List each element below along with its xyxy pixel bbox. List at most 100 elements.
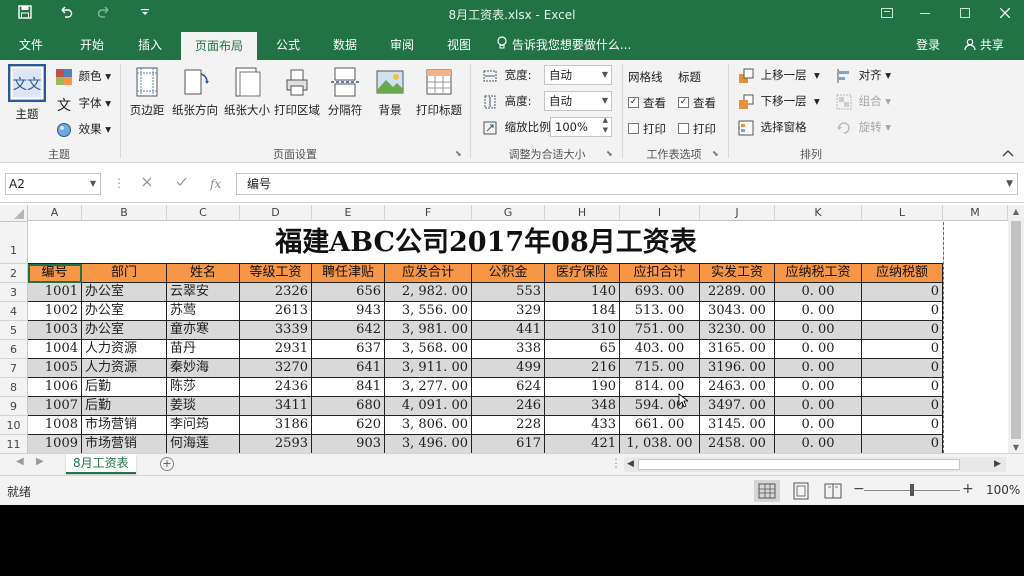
tab-data[interactable]: 数据 (321, 30, 369, 60)
vertical-scroll-thumb[interactable] (1011, 221, 1021, 439)
data-cell[interactable]: 3145. 00 (700, 416, 775, 435)
enter-icon[interactable] (176, 173, 187, 195)
data-cell[interactable]: 943 (312, 302, 385, 321)
tab-split-handle-icon[interactable]: ⋮ (610, 456, 622, 470)
data-cell[interactable]: 云翠安 (167, 283, 240, 302)
page-break-view-icon[interactable] (820, 480, 846, 502)
data-cell[interactable]: 市场营销 (82, 416, 167, 435)
name-box[interactable]: A2 ▼ (5, 173, 101, 195)
data-cell[interactable]: 0 (862, 321, 943, 340)
sheet-title[interactable]: 福建ABC公司2017年08月工资表 (28, 222, 944, 264)
data-cell[interactable]: 421 (545, 435, 620, 453)
gridlines-print-checkbox[interactable]: 打印 (628, 119, 666, 139)
row-header[interactable]: 8 (0, 378, 28, 397)
data-cell[interactable]: 513. 00 (620, 302, 700, 321)
row-header[interactable]: 6 (0, 340, 28, 359)
data-cell[interactable]: 0 (862, 302, 943, 321)
scroll-up-icon[interactable]: ▲ (1008, 205, 1024, 219)
tell-me-box[interactable]: 告诉我您想要做什么... (496, 30, 631, 60)
row-header[interactable]: 1 (0, 222, 28, 264)
data-cell[interactable]: 751. 00 (620, 321, 700, 340)
data-cell[interactable]: 2463. 00 (700, 378, 775, 397)
data-cell[interactable]: 0. 00 (775, 397, 862, 416)
data-cell[interactable]: 2458. 00 (700, 435, 775, 453)
data-cell[interactable]: 1001 (28, 283, 82, 302)
data-cell[interactable]: 1003 (28, 321, 82, 340)
data-cell[interactable]: 693. 00 (620, 283, 700, 302)
data-cell[interactable]: 姜琰 (167, 397, 240, 416)
group-button[interactable]: 组合 ▾ (836, 91, 891, 111)
column-header[interactable]: H (545, 205, 620, 221)
data-cell[interactable]: 637 (312, 340, 385, 359)
tab-home[interactable]: 开始 (68, 30, 116, 60)
data-cell[interactable]: 后勤 (82, 378, 167, 397)
data-cell[interactable]: 641 (312, 359, 385, 378)
data-cell[interactable]: 3, 981. 00 (385, 321, 472, 340)
background-button[interactable]: 背景 (370, 64, 410, 126)
data-cell[interactable]: 2436 (240, 378, 312, 397)
send-backward-button[interactable]: 下移一层 ▾ (738, 91, 820, 111)
page-setup-launcher-icon[interactable]: ⬊ (455, 149, 462, 158)
data-cell[interactable]: 1008 (28, 416, 82, 435)
scroll-left-icon[interactable]: ◀ (627, 457, 634, 472)
data-cell[interactable]: 0. 00 (775, 340, 862, 359)
data-cell[interactable]: 3186 (240, 416, 312, 435)
data-cell[interactable]: 人力资源 (82, 359, 167, 378)
data-cell[interactable]: 市场营销 (82, 435, 167, 453)
column-header[interactable]: G (472, 205, 545, 221)
header-cell[interactable]: 应发合计 (385, 264, 472, 283)
column-header[interactable]: F (385, 205, 472, 221)
header-cell[interactable]: 应纳税额 (862, 264, 943, 283)
data-cell[interactable]: 661. 00 (620, 416, 700, 435)
align-button[interactable]: 对齐 ▾ (836, 65, 891, 85)
data-cell[interactable]: 人力资源 (82, 340, 167, 359)
data-cell[interactable]: 0 (862, 359, 943, 378)
tab-review[interactable]: 审阅 (378, 30, 426, 60)
row-header[interactable]: 2 (0, 264, 28, 283)
data-cell[interactable]: 1002 (28, 302, 82, 321)
row-header[interactable]: 3 (0, 283, 28, 302)
column-header[interactable]: M (943, 205, 1008, 221)
print-area-button[interactable]: 打印区域 (272, 64, 322, 126)
data-cell[interactable]: 553 (472, 283, 545, 302)
zoom-out-icon[interactable]: − (853, 481, 865, 497)
data-cell[interactable]: 0. 00 (775, 283, 862, 302)
headings-view-checkbox[interactable]: ✓ 查看 (678, 93, 716, 113)
header-cell[interactable]: 部门 (82, 264, 167, 283)
print-titles-button[interactable]: 打印标题 (412, 64, 466, 126)
scale-stepper[interactable]: 100% ▲ ▼ (550, 116, 612, 137)
data-cell[interactable]: 2593 (240, 435, 312, 453)
data-cell[interactable]: 499 (472, 359, 545, 378)
data-cell[interactable]: 624 (472, 378, 545, 397)
column-header[interactable]: E (312, 205, 385, 221)
data-cell[interactable]: 594. 00 (620, 397, 700, 416)
data-cell[interactable]: 190 (545, 378, 620, 397)
data-cell[interactable]: 3165. 00 (700, 340, 775, 359)
data-cell[interactable]: 4, 091. 00 (385, 397, 472, 416)
gridlines-view-checkbox[interactable]: ✓ 查看 (628, 93, 666, 113)
data-cell[interactable]: 2613 (240, 302, 312, 321)
theme-colors-button[interactable]: 颜色 ▾ (56, 66, 111, 86)
vertical-scrollbar[interactable]: ▲ ▼ (1008, 205, 1024, 455)
data-cell[interactable]: 0. 00 (775, 378, 862, 397)
data-cell[interactable]: 65 (545, 340, 620, 359)
next-sheet-icon[interactable]: ▶ (36, 456, 44, 467)
share-button[interactable]: 共享 (964, 30, 1004, 60)
row-header[interactable]: 11 (0, 435, 28, 453)
data-cell[interactable]: 1, 038. 00 (620, 435, 700, 453)
data-cell[interactable]: 办公室 (82, 283, 167, 302)
data-cell[interactable]: 1009 (28, 435, 82, 453)
data-cell[interactable]: 0. 00 (775, 321, 862, 340)
data-cell[interactable]: 1007 (28, 397, 82, 416)
data-cell[interactable]: 1004 (28, 340, 82, 359)
data-cell[interactable]: 140 (545, 283, 620, 302)
data-cell[interactable]: 0 (862, 340, 943, 359)
data-cell[interactable]: 苗丹 (167, 340, 240, 359)
zoom-level[interactable]: 100% (986, 483, 1020, 497)
tab-formulas[interactable]: 公式 (264, 30, 312, 60)
data-cell[interactable]: 348 (545, 397, 620, 416)
data-cell[interactable]: 3497. 00 (700, 397, 775, 416)
expand-formula-icon[interactable]: ▼ (1006, 174, 1013, 194)
data-cell[interactable]: 0 (862, 378, 943, 397)
horizontal-scroll-thumb[interactable] (638, 459, 960, 470)
